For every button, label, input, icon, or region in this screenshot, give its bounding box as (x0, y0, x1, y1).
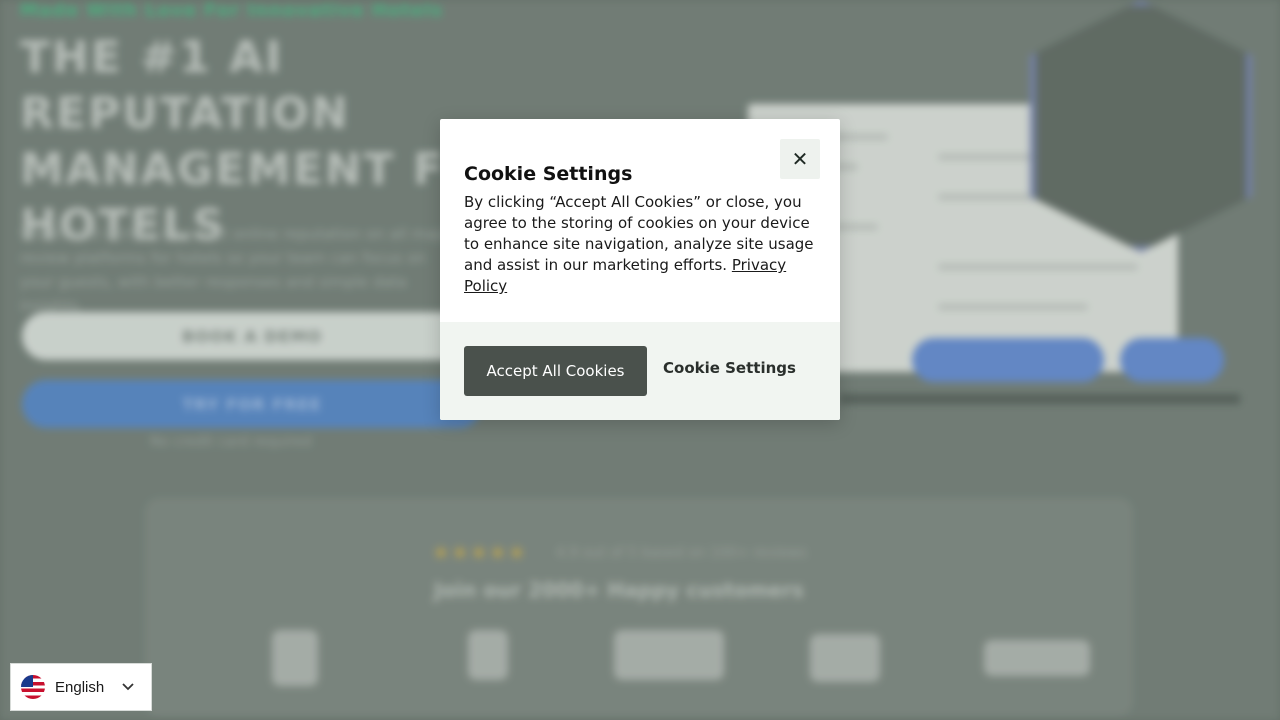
dialog-body: By clicking “Accept All Cookies” or clos… (464, 192, 820, 297)
dialog-title: Cookie Settings (464, 163, 633, 185)
language-label: English (55, 678, 105, 696)
chevron-down-icon (122, 680, 134, 694)
cookie-settings-button[interactable]: Cookie Settings (663, 359, 796, 377)
cookie-settings-dialog: ✕ Cookie Settings By clicking “Accept Al… (440, 119, 840, 420)
dialog-footer: Accept All Cookies Cookie Settings (440, 322, 840, 420)
close-icon[interactable]: ✕ (780, 139, 820, 179)
us-flag-icon (21, 675, 45, 699)
language-selector[interactable]: English (10, 663, 152, 711)
accept-all-cookies-button[interactable]: Accept All Cookies (464, 346, 647, 396)
